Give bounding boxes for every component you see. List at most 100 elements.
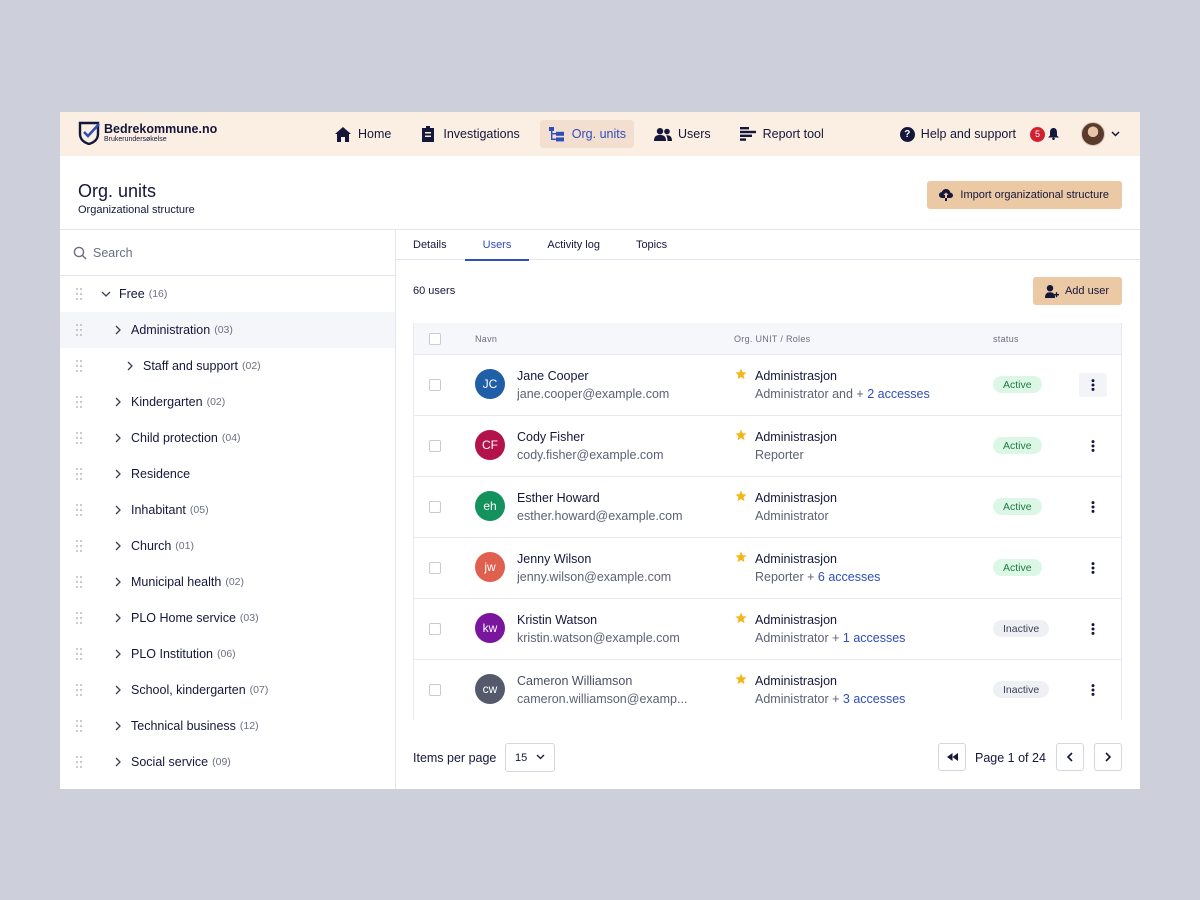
row-checkbox[interactable] <box>429 623 441 635</box>
nav-org-units[interactable]: Org. units <box>539 120 634 148</box>
row-checkbox[interactable] <box>429 562 441 574</box>
drag-handle-icon[interactable] <box>76 360 83 372</box>
next-page-button[interactable] <box>1094 743 1122 771</box>
drag-handle-icon[interactable] <box>76 576 83 588</box>
select-all-checkbox[interactable] <box>429 332 441 345</box>
tree-item[interactable]: Administration (03) <box>60 312 395 348</box>
nav-report-tool[interactable]: Report tool <box>731 120 832 148</box>
tree-item[interactable]: Technical business (12) <box>60 708 395 744</box>
tree-item[interactable]: Staff and support (02) <box>60 348 395 384</box>
tree-item-label: School, kindergarten <box>131 683 246 697</box>
user-menu[interactable] <box>1081 122 1120 146</box>
row-checkbox[interactable] <box>429 440 441 452</box>
table-row[interactable]: eh Esther Howard esther.howard@example.com… <box>414 476 1121 537</box>
chevron-right-icon[interactable] <box>112 576 124 588</box>
tab-users[interactable]: Users <box>464 230 530 261</box>
tree-item[interactable]: Free (16) <box>60 276 395 312</box>
table-row[interactable]: kw Kristin Watson kristin.watson@example.c… <box>414 598 1121 659</box>
drag-handle-icon[interactable] <box>76 612 83 624</box>
tree-item[interactable]: Municipal health (02) <box>60 564 395 600</box>
first-page-button[interactable] <box>938 743 966 771</box>
row-actions-button[interactable] <box>1079 678 1107 702</box>
drag-handle-icon[interactable] <box>76 684 83 696</box>
brand-logo[interactable]: Bedrekommune.no Brukerundersøkelse <box>78 121 217 145</box>
chevron-right-icon[interactable] <box>112 684 124 696</box>
table-row[interactable]: jw Jenny Wilson jenny.wilson@example.com Ad… <box>414 537 1121 598</box>
tree-item-count: (09) <box>212 756 231 768</box>
items-per-page-select[interactable]: 15 <box>505 743 555 772</box>
chevron-right-icon[interactable] <box>112 540 124 552</box>
row-checkbox[interactable] <box>429 684 441 696</box>
table-row[interactable]: cw Cameron Williamson cameron.williamson@e… <box>414 659 1121 720</box>
page-title: Org. units <box>78 181 157 201</box>
drag-handle-icon[interactable] <box>76 720 83 732</box>
accesses-link[interactable]: 6 accesses <box>818 570 881 584</box>
tree-item[interactable]: Inhabitant (05) <box>60 492 395 528</box>
accesses-link[interactable]: 3 accesses <box>843 692 906 706</box>
user-role: Administrator + 1 accesses <box>755 631 905 645</box>
chevron-right-icon[interactable] <box>112 432 124 444</box>
tab-details[interactable]: Details <box>413 230 465 260</box>
column-header-name[interactable]: Navn <box>475 334 497 344</box>
chevron-right-icon[interactable] <box>112 720 124 732</box>
row-actions-button[interactable] <box>1079 434 1107 458</box>
drag-handle-icon[interactable] <box>76 648 83 660</box>
user-name: Kristin Watson <box>517 613 598 627</box>
tree-item[interactable]: Child protection (04) <box>60 420 395 456</box>
accesses-link[interactable]: 2 accesses <box>867 387 930 401</box>
drag-handle-icon[interactable] <box>76 468 83 480</box>
tree-item-count: (07) <box>249 684 269 696</box>
user-name: Cody Fisher <box>517 430 585 444</box>
add-user-label: Add user <box>1064 285 1109 297</box>
add-user-button[interactable]: Add user <box>1032 277 1122 305</box>
nav-users[interactable]: Users <box>646 120 719 148</box>
star-icon <box>735 368 747 380</box>
notifications-button[interactable]: 5 <box>1030 126 1059 142</box>
tree-item-count: (12) <box>239 720 259 732</box>
drag-handle-icon[interactable] <box>76 432 83 444</box>
tree-item[interactable]: School, kindergarten (07) <box>60 672 395 708</box>
column-header-status[interactable]: status <box>993 334 1019 344</box>
tree-item[interactable]: Social service (09) <box>60 744 395 780</box>
row-actions-button[interactable] <box>1079 495 1107 519</box>
tree-item[interactable]: Residence <box>60 456 395 492</box>
chevron-right-icon[interactable] <box>112 468 124 480</box>
tree-item[interactable]: PLO Institution (06) <box>60 636 395 672</box>
column-header-org-roles[interactable]: Org. UNIT / Roles <box>734 334 810 344</box>
row-actions-button[interactable] <box>1079 373 1107 397</box>
row-actions-button[interactable] <box>1079 617 1107 641</box>
drag-handle-icon[interactable] <box>76 540 83 552</box>
tree-item[interactable]: Kindergarten (02) <box>60 384 395 420</box>
search-input[interactable] <box>93 245 353 260</box>
chevron-right-icon[interactable] <box>112 756 124 768</box>
previous-page-button[interactable] <box>1056 743 1084 771</box>
chevron-right-icon[interactable] <box>112 612 124 624</box>
drag-handle-icon[interactable] <box>76 324 83 336</box>
chevron-right-icon[interactable] <box>112 648 124 660</box>
row-checkbox[interactable] <box>429 379 441 391</box>
row-checkbox[interactable] <box>429 501 441 513</box>
tab-topics[interactable]: Topics <box>618 230 685 260</box>
chevron-right-icon[interactable] <box>124 360 136 372</box>
tab-activity-log[interactable]: Activity log <box>529 230 618 260</box>
table-row[interactable]: CF Cody Fisher cody.fisher@example.com Admi… <box>414 415 1121 476</box>
help-and-support-link[interactable]: ? Help and support <box>899 126 1016 142</box>
drag-handle-icon[interactable] <box>76 504 83 516</box>
drag-handle-icon[interactable] <box>76 756 83 768</box>
tree-item[interactable]: Church (01) <box>60 528 395 564</box>
drag-handle-icon[interactable] <box>76 288 83 300</box>
drag-handle-icon[interactable] <box>76 396 83 408</box>
tree-item[interactable]: PLO Home service (03) <box>60 600 395 636</box>
chevron-right-icon[interactable] <box>112 504 124 516</box>
row-actions-button[interactable] <box>1079 556 1107 580</box>
chevron-right-icon[interactable] <box>112 324 124 336</box>
accesses-link[interactable]: 1 accesses <box>843 631 906 645</box>
nav-home[interactable]: Home <box>326 120 399 148</box>
chevron-down-icon[interactable] <box>100 288 112 300</box>
chevron-right-icon[interactable] <box>112 396 124 408</box>
table-row[interactable]: JC Jane Cooper jane.cooper@example.com Admi… <box>414 354 1121 415</box>
user-role: Reporter <box>755 448 804 462</box>
nav-investigations[interactable]: Investigations <box>411 120 527 148</box>
search-icon <box>73 246 87 260</box>
import-organizational-structure-button[interactable]: Import organizational structure <box>927 181 1122 209</box>
